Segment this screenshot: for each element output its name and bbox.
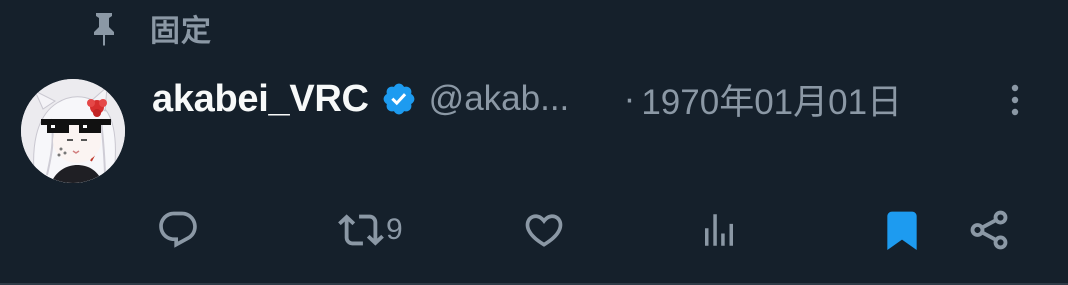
author-handle[interactable]: @akab... [429, 79, 594, 119]
repost-count: 9 [386, 213, 403, 246]
views-button[interactable] [698, 206, 742, 254]
more-options-button[interactable] [997, 80, 1033, 120]
pinned-label: 固定 [150, 15, 212, 48]
analytics-icon [705, 214, 733, 246]
avatar[interactable] [21, 79, 125, 183]
reply-button[interactable] [156, 206, 202, 254]
more-vertical-icon [1011, 84, 1019, 116]
share-icon [970, 210, 1008, 250]
repost-button[interactable]: 9 [338, 206, 403, 254]
share-button[interactable] [966, 206, 1012, 254]
verified-badge-icon[interactable] [381, 80, 419, 118]
pinned-indicator: 固定 [84, 4, 212, 52]
pin-icon [84, 8, 124, 48]
repost-icon [338, 214, 384, 246]
bookmark-icon [887, 211, 917, 251]
heart-icon [525, 214, 563, 247]
separator-dot: · [623, 79, 636, 118]
avatar-image [21, 79, 125, 183]
bookmark-button[interactable] [880, 206, 924, 254]
tweet-header: akabei_VRC @akab... · 1970年01月01日 [152, 72, 1032, 126]
author-display-name[interactable]: akabei_VRC [152, 78, 369, 121]
like-button[interactable] [522, 206, 568, 254]
reply-icon [159, 211, 197, 248]
tweet-timestamp[interactable]: 1970年01月01日 [641, 74, 902, 125]
tweet[interactable]: 固定 akabei_VRC @akab... · 1970年01月01日 9 [0, 0, 1068, 285]
